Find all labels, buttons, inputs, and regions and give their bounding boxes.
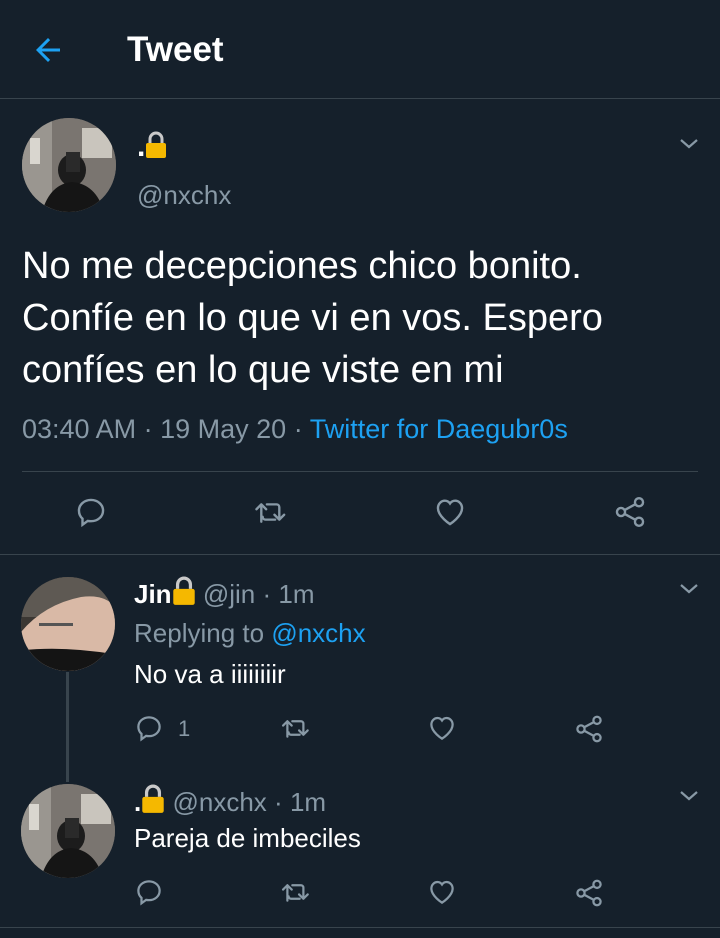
reply-author-handle[interactable]: @jin bbox=[203, 579, 255, 609]
divider bbox=[0, 927, 720, 928]
tweet-meta: 03:40 AM · 19 May 20 · Twitter for Daegu… bbox=[22, 414, 568, 445]
separator-dot: · bbox=[274, 787, 283, 817]
like-heart-icon[interactable] bbox=[433, 495, 467, 529]
page-title: Tweet bbox=[127, 30, 224, 69]
reply-author-name[interactable]: . bbox=[134, 787, 141, 817]
like-heart-icon[interactable] bbox=[427, 877, 457, 907]
reply-header: Jin @jin · 1m bbox=[134, 576, 314, 610]
retweet-icon[interactable] bbox=[280, 877, 312, 907]
divider bbox=[22, 471, 698, 472]
reply-header: . @nxchx · 1m bbox=[134, 784, 326, 818]
reply-icon[interactable] bbox=[134, 713, 164, 743]
tweet-date: 19 May 20 bbox=[160, 414, 287, 444]
separator-dot: · bbox=[143, 414, 153, 444]
separator-dot: · bbox=[293, 414, 303, 444]
share-icon[interactable] bbox=[573, 877, 605, 909]
reply-author-handle[interactable]: @nxchx bbox=[172, 787, 266, 817]
author-display-name: . bbox=[137, 130, 146, 163]
tweet-text: No me decepciones chico bonito. Confíe e… bbox=[22, 245, 603, 391]
reply-icon[interactable] bbox=[74, 495, 108, 529]
reply-author-name[interactable]: Jin bbox=[134, 579, 172, 609]
divider bbox=[0, 554, 720, 555]
thread-connector bbox=[66, 672, 69, 782]
lock-icon bbox=[142, 784, 164, 813]
chevron-down-icon[interactable] bbox=[677, 784, 701, 808]
author-name[interactable]: . bbox=[137, 130, 167, 164]
back-arrow-icon[interactable] bbox=[30, 32, 66, 68]
reply-avatar[interactable] bbox=[21, 577, 115, 671]
reply-age: 1m bbox=[278, 579, 315, 609]
reply-count: 1 bbox=[178, 716, 191, 741]
share-icon[interactable] bbox=[612, 494, 648, 530]
avatar[interactable] bbox=[22, 118, 116, 212]
like-heart-icon[interactable] bbox=[427, 713, 457, 743]
reply-age: 1m bbox=[289, 787, 327, 817]
reply-avatar[interactable] bbox=[21, 784, 115, 878]
replying-to-handle-link[interactable]: @nxchx bbox=[271, 618, 365, 648]
lock-icon bbox=[172, 576, 195, 605]
author-handle[interactable]: @nxchx bbox=[137, 180, 231, 211]
reply-icon[interactable] bbox=[134, 877, 164, 907]
tweet-source-link[interactable]: Twitter for Daegubr0s bbox=[310, 414, 568, 444]
lock-icon bbox=[146, 131, 167, 158]
reply-text: No va a iiiiiiiir bbox=[134, 659, 286, 689]
chevron-down-icon[interactable] bbox=[677, 577, 701, 601]
replying-to: Replying to @nxchx bbox=[134, 618, 366, 649]
tweet-time: 03:40 AM bbox=[22, 414, 137, 444]
retweet-icon[interactable] bbox=[280, 713, 312, 743]
share-icon[interactable] bbox=[573, 713, 605, 745]
separator-dot: · bbox=[262, 579, 272, 609]
retweet-icon[interactable] bbox=[253, 495, 289, 529]
top-bar: Tweet bbox=[0, 0, 720, 99]
reply-text: Pareja de imbeciles bbox=[134, 823, 361, 853]
replying-to-label: Replying to bbox=[134, 618, 265, 648]
chevron-down-icon[interactable] bbox=[677, 132, 701, 156]
